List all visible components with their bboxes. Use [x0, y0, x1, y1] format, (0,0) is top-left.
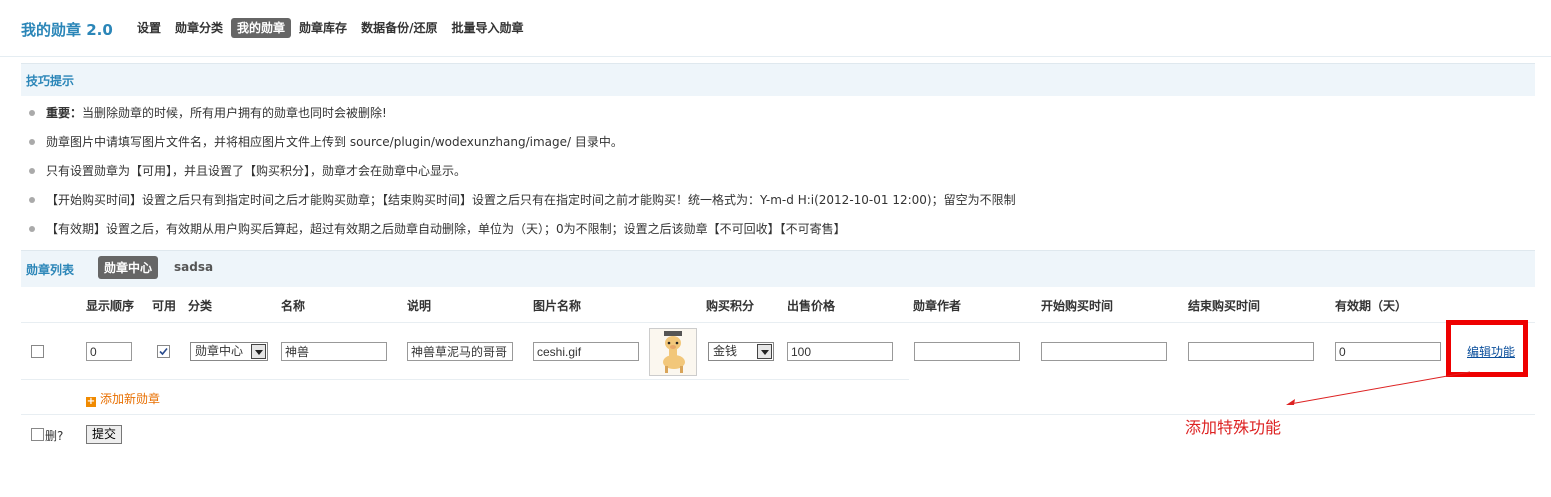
credit-select-value: 金钱	[713, 344, 738, 358]
app-title: 我的勋章 2.0	[21, 21, 113, 39]
tab-medal-center[interactable]: 勋章中心	[98, 256, 159, 279]
category-select[interactable]: 勋章中心	[190, 342, 268, 361]
author-input[interactable]	[914, 342, 1020, 361]
tip-item: 【有效期】设置之后，有效期从用户购买后算起，超过有效期之后勋章自动删除，单位为（…	[29, 220, 1016, 249]
main-nav: 设置 勋章分类 我的勋章 勋章库存 数据备份/还原 批量导入勋章	[131, 18, 529, 38]
col-author: 勋章作者	[913, 299, 962, 313]
enabled-checkbox[interactable]	[157, 345, 170, 358]
submit-button[interactable]: 提交	[86, 425, 123, 444]
top-bar: 我的勋章 2.0 设置 勋章分类 我的勋章 勋章库存 数据备份/还原 批量导入勋…	[0, 0, 1551, 57]
col-enabled: 可用	[152, 299, 177, 313]
tab-sadsa[interactable]: sadsa	[174, 260, 213, 274]
col-image: 图片名称	[533, 299, 582, 313]
list-title: 勋章列表	[26, 263, 75, 277]
add-new-medal-button[interactable]: + 添加新勋章	[86, 390, 160, 407]
row-select-checkbox[interactable]	[31, 345, 44, 358]
tips-list: 重要：当删除勋章的时候，所有用户拥有的勋章也同时会被删除! 勋章图片中请填写图片…	[29, 104, 1016, 249]
tip-item: 只有设置勋章为【可用】，并且设置了【购买积分】，勋章才会在勋章中心显示。	[29, 162, 1016, 191]
delete-checkbox[interactable]	[31, 428, 44, 441]
check-icon	[159, 347, 168, 356]
tip-text: 勋章图片中请填写图片文件名，并将相应图片文件上传到 source/plugin/…	[46, 135, 623, 149]
order-input[interactable]	[86, 342, 132, 361]
col-start: 开始购买时间	[1041, 299, 1114, 313]
tip-text: 只有设置勋章为【可用】，并且设置了【购买积分】，勋章才会在勋章中心显示。	[46, 164, 467, 178]
tip-text: 【有效期】设置之后，有效期从用户购买后算起，超过有效期之后勋章自动删除，单位为（…	[46, 222, 846, 236]
tip-item: 勋章图片中请填写图片文件名，并将相应图片文件上传到 source/plugin/…	[29, 133, 1016, 162]
delete-label: 删?	[45, 429, 64, 443]
valid-days-input[interactable]	[1335, 342, 1441, 361]
tip-text: 【开始购买时间】设置之后只有到指定时间之后才能购买勋章；【结束购买时间】设置之后…	[46, 193, 1016, 207]
tip-item: 重要：当删除勋章的时候，所有用户拥有的勋章也同时会被删除!	[29, 104, 1016, 133]
start-time-input[interactable]	[1041, 342, 1167, 361]
nav-my-medals[interactable]: 我的勋章	[231, 18, 292, 38]
chevron-down-icon	[251, 344, 266, 359]
edit-function-link[interactable]: 编辑功能	[1467, 343, 1515, 360]
alpaca-image	[663, 331, 685, 373]
nav-backup-restore[interactable]: 数据备份/还原	[355, 18, 443, 38]
col-credit: 购买积分	[706, 299, 755, 313]
price-input[interactable]	[787, 342, 893, 361]
col-desc: 说明	[407, 299, 432, 313]
tips-title: 技巧提示	[26, 74, 75, 88]
annotation-text: 添加特殊功能	[1185, 418, 1282, 437]
divider	[21, 322, 1535, 323]
tip-strong: 重要：	[46, 106, 83, 120]
col-end: 结束购买时间	[1188, 299, 1261, 313]
credit-select[interactable]: 金钱	[708, 342, 774, 361]
nav-batch-import[interactable]: 批量导入勋章	[445, 18, 529, 38]
chevron-down-icon	[757, 344, 772, 359]
col-order: 显示顺序	[86, 299, 135, 313]
col-valid: 有效期（天）	[1335, 299, 1408, 313]
col-name: 名称	[281, 299, 306, 313]
add-new-medal-label: 添加新勋章	[100, 392, 161, 406]
medal-thumbnail	[649, 328, 697, 376]
divider	[21, 414, 1535, 415]
annotation-arrow	[1286, 371, 1471, 405]
name-input[interactable]	[281, 342, 387, 361]
tip-item: 【开始购买时间】设置之后只有到指定时间之后才能购买勋章；【结束购买时间】设置之后…	[29, 191, 1016, 220]
image-input[interactable]	[533, 342, 639, 361]
col-price: 出售价格	[787, 299, 836, 313]
end-time-input[interactable]	[1188, 342, 1314, 361]
divider	[21, 379, 909, 380]
list-header: 勋章列表	[21, 250, 1535, 287]
desc-input[interactable]	[407, 342, 513, 361]
nav-medal-stock[interactable]: 勋章库存	[293, 18, 353, 38]
tip-text: 当删除勋章的时候，所有用户拥有的勋章也同时会被删除!	[82, 106, 387, 120]
category-select-value: 勋章中心	[195, 344, 244, 358]
tips-header: 技巧提示	[21, 63, 1535, 96]
col-category: 分类	[188, 299, 213, 313]
nav-medal-category[interactable]: 勋章分类	[169, 18, 229, 38]
plus-icon: +	[86, 396, 96, 407]
nav-settings[interactable]: 设置	[131, 18, 167, 38]
